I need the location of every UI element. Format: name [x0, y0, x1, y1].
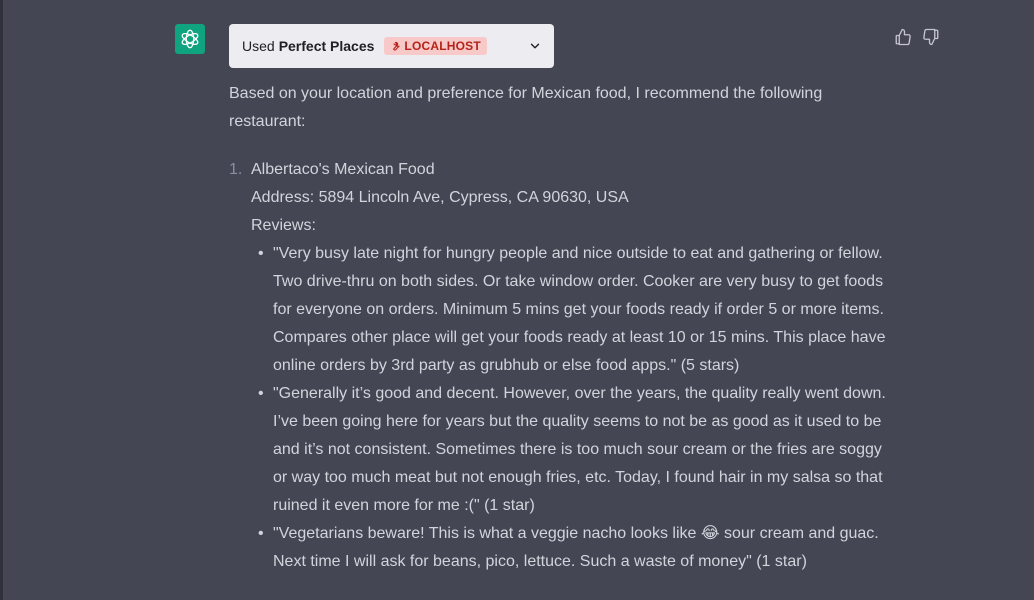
assistant-avatar [175, 24, 205, 54]
chevron-down-icon[interactable] [528, 39, 542, 53]
wrench-icon [393, 41, 401, 51]
review-item: • "Generally it’s good and decent. Howev… [251, 380, 889, 520]
intro-text: Based on your location and preference fo… [229, 85, 823, 130]
plugin-used-label: Used [242, 38, 275, 54]
review-item: • "Vegetarians beware! This is what a ve… [251, 520, 889, 576]
review-text: "Generally it’s good and decent. However… [273, 385, 886, 514]
list-item: 1. Albertaco's Mexican Food Address: 589… [229, 156, 889, 576]
reviews-label: Reviews: [251, 217, 316, 234]
review-text: "Very busy late night for hungry people … [273, 245, 886, 374]
thumbs-up-icon[interactable] [894, 28, 912, 46]
chat-message: Used Perfect Places LOCALHOST Based on y… [0, 0, 1034, 600]
message-content: Based on your location and preference fo… [229, 80, 889, 576]
reviews-list: • "Very busy late night for hungry peopl… [251, 240, 889, 576]
plugin-name: Perfect Places [278, 38, 375, 54]
bullet: • [258, 245, 264, 262]
review-item: • "Very busy late night for hungry peopl… [251, 240, 889, 380]
restaurant-name: Albertaco's Mexican Food [251, 161, 435, 178]
plugin-used-pill[interactable]: Used Perfect Places LOCALHOST [229, 24, 554, 68]
bullet: • [258, 525, 264, 542]
thumbs-down-icon[interactable] [922, 28, 940, 46]
localhost-badge: LOCALHOST [384, 37, 487, 55]
restaurant-list: 1. Albertaco's Mexican Food Address: 589… [229, 156, 889, 576]
badge-label: LOCALHOST [404, 39, 481, 53]
openai-logo-icon [181, 29, 199, 49]
list-number: 1. [229, 161, 243, 178]
bullet: • [258, 385, 264, 402]
review-text: "Vegetarians beware! This is what a vegg… [273, 525, 879, 570]
restaurant-address: Address: 5894 Lincoln Ave, Cypress, CA 9… [251, 189, 629, 206]
feedback-buttons [894, 28, 940, 46]
